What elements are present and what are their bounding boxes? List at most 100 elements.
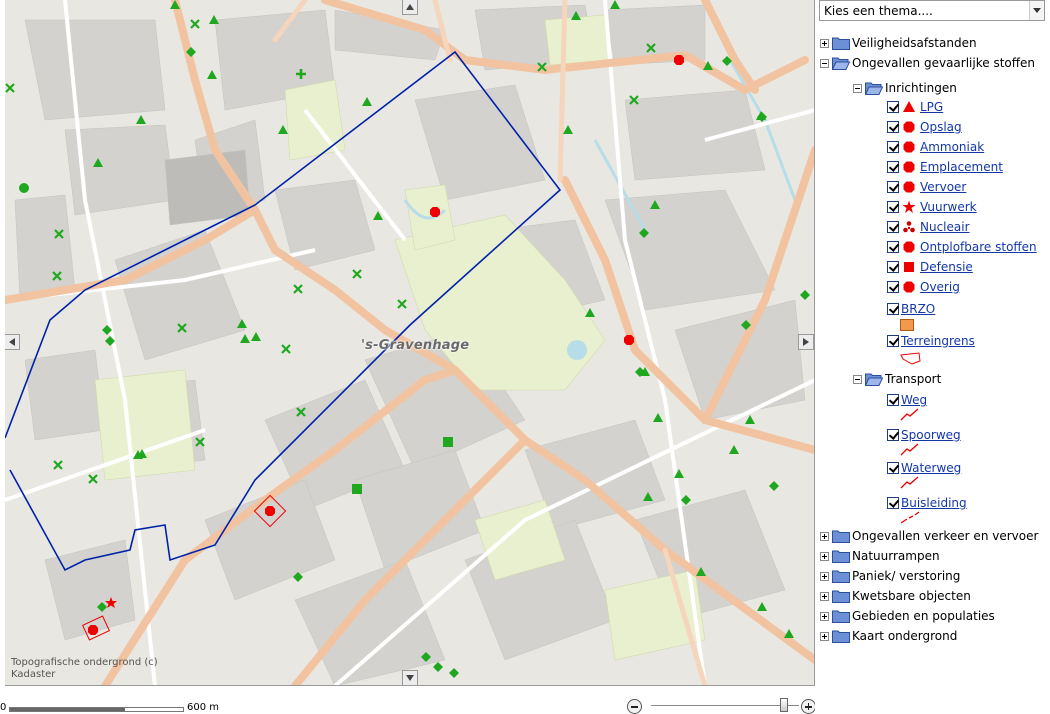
layer-checkbox[interactable] xyxy=(887,141,899,153)
layer-link[interactable]: Vuurwerk xyxy=(920,200,977,214)
pan-down-button[interactable] xyxy=(402,670,418,685)
layer-spoorweg[interactable]: Spoorweg xyxy=(887,426,961,444)
layer-vuurwerk[interactable]: Vuurwerk xyxy=(887,198,977,216)
layer-link[interactable]: Terreingrens xyxy=(901,334,975,348)
map-marker-cross[interactable] xyxy=(5,83,15,93)
layer-checkbox[interactable] xyxy=(887,181,899,193)
layer-link[interactable]: Ammoniak xyxy=(920,140,984,154)
layer-link[interactable]: Opslag xyxy=(920,120,962,134)
map-marker-cross[interactable] xyxy=(293,284,303,294)
tree-item-theme[interactable]: Natuurrampen xyxy=(820,547,940,565)
map-marker-triangle[interactable] xyxy=(240,334,250,343)
layer-link[interactable]: Ontplofbare stoffen xyxy=(920,240,1037,254)
tree-item-theme[interactable]: Kwetsbare objecten xyxy=(820,587,971,605)
map-marker-square[interactable] xyxy=(352,484,362,494)
layer-checkbox[interactable] xyxy=(887,161,899,173)
layer-checkbox[interactable] xyxy=(887,281,899,293)
layer-link[interactable]: BRZO xyxy=(901,302,935,316)
expand-icon[interactable] xyxy=(820,38,829,48)
map-marker-diamond[interactable] xyxy=(681,495,691,505)
expand-icon[interactable] xyxy=(820,591,829,601)
tree-item-theme[interactable]: Ongevallen verkeer en vervoer xyxy=(820,527,1038,545)
map-marker-triangle[interactable] xyxy=(563,125,573,134)
tree-item-theme[interactable]: Kaart ondergrond xyxy=(820,627,957,645)
map-marker-triangle[interactable] xyxy=(362,97,372,106)
layer-link[interactable]: LPG xyxy=(920,100,943,114)
layer-checkbox[interactable] xyxy=(887,101,899,113)
zoom-slider-handle[interactable] xyxy=(780,698,789,712)
layer-link[interactable]: Buisleiding xyxy=(901,496,967,510)
pan-up-button[interactable] xyxy=(402,0,418,15)
map-marker-diamond[interactable] xyxy=(769,481,779,491)
layer-link[interactable]: Waterweg xyxy=(901,461,961,475)
map-marker-triangle[interactable] xyxy=(136,115,146,124)
layer-opslag[interactable]: Opslag xyxy=(887,118,962,136)
map-view[interactable]: 's-Gravenhage Topografische ondergrond (… xyxy=(5,0,815,686)
layer-overig[interactable]: Overig xyxy=(887,278,960,296)
layer-ammoniak[interactable]: Ammoniak xyxy=(887,138,984,156)
map-marker-cross[interactable] xyxy=(190,19,200,29)
layer-checkbox[interactable] xyxy=(887,303,899,315)
layer-buisleiding[interactable]: Buisleiding xyxy=(887,494,967,512)
layer-link[interactable]: Weg xyxy=(901,393,927,407)
map-marker-diamond[interactable] xyxy=(800,290,810,300)
map-marker-octagon[interactable] xyxy=(430,207,440,217)
map-marker-triangle[interactable] xyxy=(251,332,261,341)
map-marker-cross[interactable] xyxy=(352,269,362,279)
map-marker-triangle[interactable] xyxy=(207,70,217,79)
theme-select[interactable]: Kies een thema.... xyxy=(819,0,1045,21)
layer-checkbox[interactable] xyxy=(887,201,899,213)
tree-item-ongevallen-gevaarlijke-stoffen[interactable]: Ongevallen gevaarlijke stoffen xyxy=(820,54,1035,72)
layer-lpg[interactable]: LPG xyxy=(887,98,943,116)
collapse-icon[interactable] xyxy=(820,58,829,68)
layer-checkbox[interactable] xyxy=(887,121,899,133)
layer-link[interactable]: Nucleair xyxy=(920,220,970,234)
layer-vervoer[interactable]: Vervoer xyxy=(887,178,966,196)
layer-checkbox[interactable] xyxy=(887,462,899,474)
map-marker-octagon[interactable] xyxy=(624,335,634,345)
tree-item-inrichtingen[interactable]: Inrichtingen xyxy=(853,79,957,97)
map-marker-diamond[interactable] xyxy=(449,668,459,678)
map-marker-cross[interactable] xyxy=(88,474,98,484)
layer-link[interactable]: Overig xyxy=(920,280,960,294)
dropdown-button[interactable] xyxy=(1029,1,1044,20)
layer-nucleair[interactable]: Nucleair xyxy=(887,218,970,236)
expand-icon[interactable] xyxy=(820,551,829,561)
collapse-icon[interactable] xyxy=(853,374,862,384)
layer-ontplofbare-stoffen[interactable]: Ontplofbare stoffen xyxy=(887,238,1037,256)
zoom-track[interactable] xyxy=(651,705,799,706)
layer-link[interactable]: Spoorweg xyxy=(901,428,961,442)
collapse-icon[interactable] xyxy=(853,83,862,93)
zoom-in-button[interactable] xyxy=(801,699,816,714)
map-marker-triangle[interactable] xyxy=(729,445,739,454)
map-marker-triangle[interactable] xyxy=(209,15,219,24)
tree-item-theme[interactable]: Gebieden en populaties xyxy=(820,607,995,625)
layer-checkbox[interactable] xyxy=(887,497,899,509)
layer-link[interactable]: Defensie xyxy=(920,260,973,274)
layer-checkbox[interactable] xyxy=(887,429,899,441)
layer-weg[interactable]: Weg xyxy=(887,391,927,409)
layer-checkbox[interactable] xyxy=(887,241,899,253)
map-marker-octagon[interactable] xyxy=(265,506,275,516)
expand-icon[interactable] xyxy=(820,571,829,581)
map-marker-triangle[interactable] xyxy=(653,413,663,422)
map-marker-square[interactable] xyxy=(443,437,453,447)
tree-item-theme[interactable]: Paniek/ verstoring xyxy=(820,567,960,585)
map-marker-triangle[interactable] xyxy=(745,415,755,424)
layer-waterweg[interactable]: Waterweg xyxy=(887,459,961,477)
map-marker-triangle[interactable] xyxy=(610,0,620,9)
layer-link[interactable]: Emplacement xyxy=(920,160,1003,174)
map-marker-octagon[interactable] xyxy=(674,55,684,65)
layer-link[interactable]: Vervoer xyxy=(920,180,966,194)
layer-emplacement[interactable]: Emplacement xyxy=(887,158,1003,176)
layer-brzo[interactable]: BRZO xyxy=(887,300,935,318)
expand-icon[interactable] xyxy=(820,531,829,541)
layer-terreingrens[interactable]: Terreingrens xyxy=(887,332,975,350)
tree-item-transport[interactable]: Transport xyxy=(853,370,941,388)
map-marker-triangle[interactable] xyxy=(278,125,288,134)
expand-icon[interactable] xyxy=(820,611,829,621)
map-marker-octagon[interactable] xyxy=(88,625,98,635)
map-marker-circle[interactable] xyxy=(19,183,29,193)
map-marker-cross[interactable] xyxy=(397,299,407,309)
pan-right-button[interactable] xyxy=(798,334,814,350)
